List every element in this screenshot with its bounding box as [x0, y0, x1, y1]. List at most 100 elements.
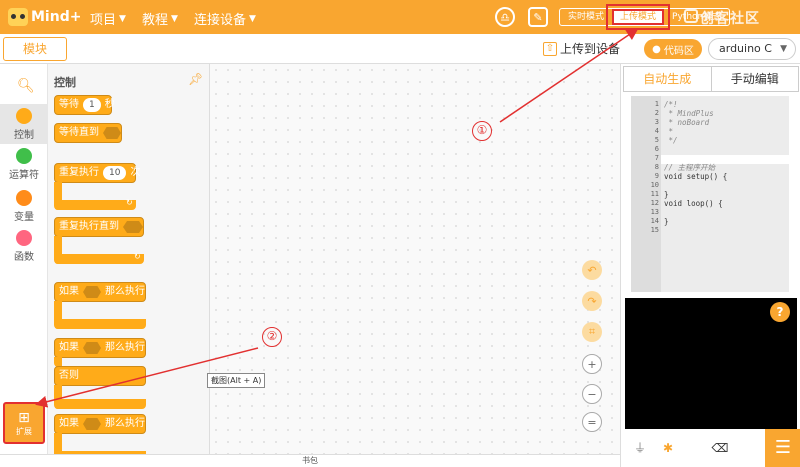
block-if-2[interactable]: 如果 那么执行: [54, 414, 146, 434]
category-label: 控制: [14, 130, 34, 141]
code-area-label: 代码区: [663, 45, 694, 57]
upload-button[interactable]: ⇧ 上传到设备: [543, 40, 620, 57]
block-text: 秒: [104, 99, 115, 110]
block-if-else[interactable]: 如果 那么执行: [54, 338, 146, 358]
annotation-number-1: ①: [472, 121, 492, 141]
line-number: 4: [654, 127, 659, 135]
right-panel: 自动生成 手动编辑 1 /*! 2 * MindPlus 3 * noBoard 4 *…: [620, 64, 800, 467]
edit-icon[interactable]: ✎: [528, 7, 548, 27]
category-variables[interactable]: 变量: [0, 186, 48, 226]
category-label: 运算符: [9, 170, 39, 181]
list-menu-icon[interactable]: ☰: [765, 429, 800, 467]
serial-clear-icon[interactable]: ⌫: [709, 437, 731, 459]
category-operators[interactable]: 运算符: [0, 144, 48, 184]
block-wait-until[interactable]: 等待直到: [54, 123, 122, 143]
block-if-2-body: [54, 433, 146, 454]
category-dot: [16, 230, 32, 246]
serial-toolbar: ⏚ ✱ ⌫ ☰: [621, 429, 800, 467]
code-line: void setup() {: [664, 172, 728, 181]
block-repeat-body: [54, 182, 136, 210]
line-number: 5: [654, 136, 659, 144]
undo-icon[interactable]: ↶: [582, 260, 602, 280]
condition-slot: [103, 127, 121, 139]
code-area-button[interactable]: ● 代码区: [644, 39, 702, 59]
block-repeat[interactable]: 重复执行 10 次: [54, 163, 140, 183]
menu-connect-device[interactable]: 连接设备 ▼: [194, 9, 256, 28]
line-number: 13: [650, 208, 659, 216]
board-select[interactable]: arduino C ▼: [708, 38, 796, 60]
block-input[interactable]: 10: [103, 166, 127, 180]
code-tabs: 自动生成 手动编辑: [623, 66, 799, 92]
tab-manual-edit[interactable]: 手动编辑: [712, 67, 799, 91]
block-text: 次: [130, 167, 141, 178]
block-text: 如果: [59, 342, 79, 353]
menu-project[interactable]: 项目 ▼: [90, 9, 126, 28]
block-text: 那么执行: [105, 286, 145, 297]
loop-arrow-icon: ↻: [126, 198, 133, 207]
tab-auto-generate[interactable]: 自动生成: [624, 67, 712, 91]
community-icon[interactable]: ♎: [495, 7, 515, 27]
board-select-value: arduino C: [719, 42, 772, 55]
menu-tutorial[interactable]: 教程 ▼: [142, 9, 178, 28]
chevron-down-icon: ▼: [780, 44, 787, 54]
block-text: 如果: [59, 418, 79, 429]
line-number: 15: [650, 226, 659, 234]
zoom-reset-icon[interactable]: =: [582, 412, 602, 432]
code-line: */: [664, 136, 678, 145]
block-repeat-until[interactable]: 重复执行直到: [54, 217, 144, 237]
line-number: 7: [654, 154, 659, 162]
backpack-bar[interactable]: 书包: [0, 454, 620, 467]
category-label: 函数: [14, 252, 34, 263]
block-repeat-until-body: [54, 236, 144, 264]
code-workspace[interactable]: ↶ ↷ ⌗ + − = 截图(Alt + A): [207, 64, 620, 454]
mode-realtime[interactable]: 实时模式: [560, 9, 612, 25]
zoom-in-icon[interactable]: +: [582, 354, 602, 374]
serial-monitor[interactable]: ?: [625, 298, 797, 429]
logo-text: Mind+: [31, 9, 82, 25]
menu-project-label: 项目: [90, 13, 117, 28]
modules-tab[interactable]: 模块: [3, 37, 67, 61]
zoom-out-icon[interactable]: −: [582, 384, 602, 404]
upload-icon: ⇧: [543, 41, 557, 56]
help-icon[interactable]: ?: [770, 302, 790, 322]
line-number: 14: [650, 217, 659, 225]
category-functions[interactable]: 函数: [0, 226, 48, 266]
block-else: 否则: [54, 366, 146, 386]
pin-icon[interactable]: 📌︎: [188, 72, 203, 86]
category-sidebar: 🔍︎ 控制 运算符 变量 函数 ⊞ 扩展: [0, 64, 48, 454]
code-editor[interactable]: 1 /*! 2 * MindPlus 3 * noBoard 4 * 5 */ 6 7 8 // …: [631, 96, 789, 292]
code-line: * MindPlus: [664, 109, 714, 118]
settings-icon[interactable]: ✱: [657, 437, 679, 459]
line-number: 12: [650, 199, 659, 207]
upload-label: 上传到设备: [560, 42, 621, 56]
menu-connect-device-label: 连接设备: [194, 13, 247, 28]
chevron-down-icon: ▼: [249, 13, 256, 24]
block-if[interactable]: 如果 那么执行: [54, 282, 146, 302]
condition-slot: [83, 342, 101, 354]
code-line: }: [664, 190, 669, 199]
block-input[interactable]: 1: [83, 98, 101, 112]
extension-button[interactable]: ⊞ 扩展: [3, 402, 45, 444]
block-palette: 控制 📌︎ 等待 1 秒 等待直到 重复执行 10 次 ↻ 重复执行直到 ↻ 如…: [48, 64, 210, 454]
palette-title: 控制: [54, 76, 76, 89]
code-line: }: [664, 217, 669, 226]
chevron-down-icon: ▼: [171, 13, 178, 24]
code-line: void loop() {: [664, 199, 723, 208]
usb-icon[interactable]: ⏚: [629, 437, 651, 459]
block-text: 那么执行: [105, 342, 145, 353]
category-label: 变量: [14, 212, 34, 223]
category-dot: [16, 190, 32, 206]
category-control[interactable]: 控制: [0, 104, 48, 144]
watermark-icon: [684, 9, 698, 23]
redo-icon[interactable]: ↷: [582, 291, 602, 311]
toggle-icon: ●: [652, 43, 661, 55]
annotation-number-2: ②: [262, 327, 282, 347]
mode-upload[interactable]: 上传模式: [612, 9, 665, 25]
block-text: 重复执行: [59, 167, 99, 178]
top-bar: Mind+ 项目 ▼ 教程 ▼ 连接设备 ▼ ♎ ✎ 实时模式 上传模式 Python…: [0, 0, 800, 34]
search-icon[interactable]: 🔍︎: [17, 78, 35, 94]
extension-icon: ⊞: [18, 410, 30, 426]
extension-label: 扩展: [16, 427, 32, 436]
crop-icon[interactable]: ⌗: [582, 322, 602, 342]
block-wait[interactable]: 等待 1 秒: [54, 95, 115, 115]
